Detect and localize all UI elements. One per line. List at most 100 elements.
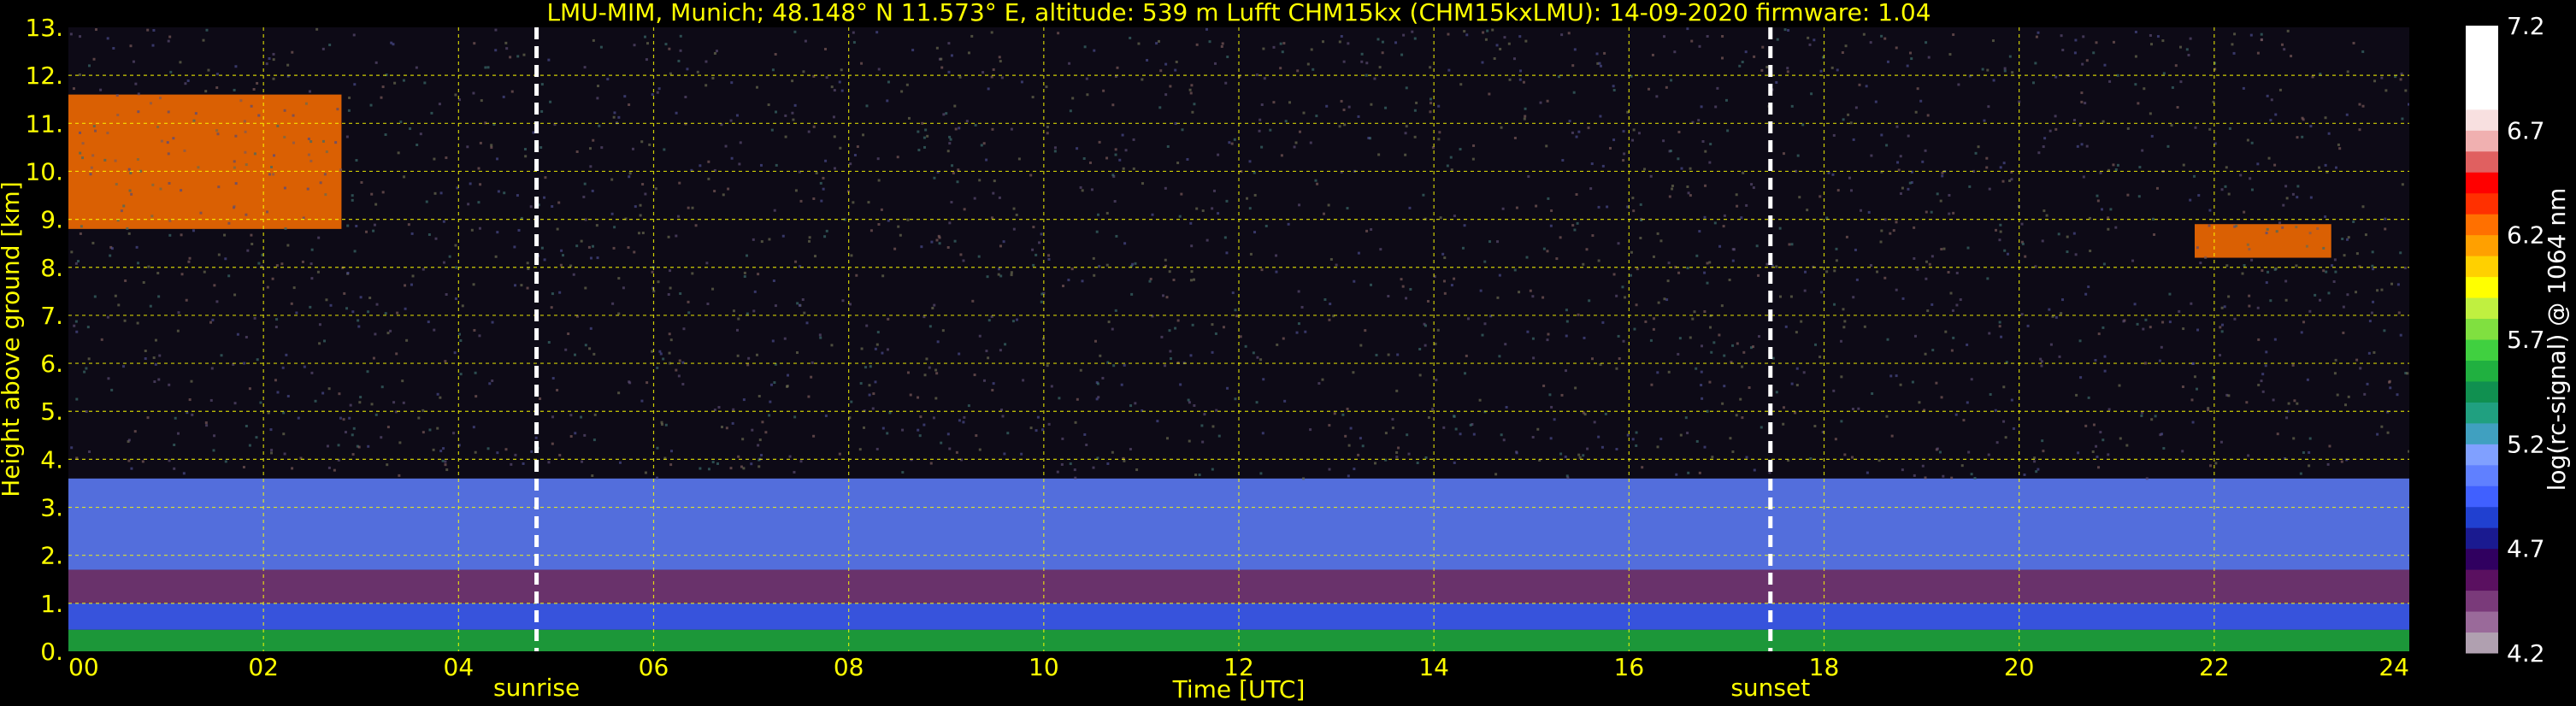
noise-pixel <box>2376 289 2379 292</box>
noise-pixel <box>2248 304 2251 308</box>
noise-pixel <box>926 134 929 138</box>
noise-pixel <box>970 34 974 38</box>
noise-pixel <box>978 179 981 182</box>
noise-pixel <box>618 461 622 464</box>
noise-pixel <box>150 215 154 218</box>
noise-pixel <box>562 254 565 257</box>
noise-pixel <box>1901 297 1905 300</box>
noise-pixel <box>2308 309 2312 313</box>
noise-pixel <box>1999 223 2002 227</box>
noise-pixel <box>2257 338 2261 341</box>
noise-pixel <box>403 175 406 179</box>
noise-pixel <box>355 159 358 162</box>
noise-pixel <box>2011 71 2014 74</box>
noise-pixel <box>1970 473 1973 476</box>
noise-pixel <box>823 235 827 238</box>
noise-pixel <box>772 279 775 283</box>
noise-pixel <box>948 142 952 145</box>
noise-pixel <box>1571 64 1575 68</box>
noise-pixel <box>1095 397 1099 401</box>
noise-pixel <box>89 173 92 176</box>
noise-pixel <box>1565 334 1568 338</box>
noise-pixel <box>1401 285 1405 288</box>
noise-pixel <box>1795 331 1798 334</box>
noise-pixel <box>1926 309 1930 313</box>
noise-pixel <box>2270 98 2273 102</box>
noise-pixel <box>1228 141 1231 144</box>
noise-pixel <box>1422 193 1425 197</box>
y-tick-label: 4. <box>40 445 63 474</box>
noise-pixel <box>917 396 920 399</box>
y-tick-label: 1. <box>40 590 63 618</box>
noise-pixel <box>814 255 817 258</box>
noise-pixel <box>1486 29 1489 32</box>
noise-pixel <box>1731 450 1735 454</box>
noise-pixel <box>1312 68 1315 71</box>
noise-pixel <box>1249 252 1253 256</box>
noise-pixel <box>2276 432 2279 436</box>
noise-pixel <box>1741 416 1744 420</box>
noise-pixel <box>1665 85 1668 89</box>
noise-pixel <box>1988 187 1991 191</box>
noise-pixel <box>103 158 107 162</box>
noise-pixel <box>74 320 78 323</box>
noise-pixel <box>357 445 361 449</box>
noise-pixel <box>346 271 350 274</box>
noise-pixel <box>978 334 981 338</box>
noise-pixel <box>1338 125 1341 128</box>
noise-pixel <box>1883 218 1887 221</box>
noise-pixel <box>1586 447 1589 450</box>
noise-pixel <box>956 180 959 184</box>
noise-pixel <box>1287 222 1290 226</box>
noise-pixel <box>1845 235 1848 238</box>
noise-pixel <box>477 201 480 204</box>
noise-pixel <box>1040 232 1043 236</box>
noise-pixel <box>2043 137 2047 140</box>
noise-pixel <box>318 342 321 345</box>
x-tick-label: 18 <box>1809 653 1840 681</box>
noise-pixel <box>833 167 836 170</box>
noise-pixel <box>2134 30 2137 33</box>
noise-pixel <box>1546 99 1549 103</box>
noise-pixel <box>948 135 952 138</box>
noise-pixel <box>1093 339 1097 343</box>
noise-pixel <box>2149 326 2152 329</box>
noise-pixel <box>865 324 869 327</box>
noise-pixel <box>309 159 313 162</box>
noise-pixel <box>1365 229 1369 232</box>
noise-pixel <box>977 255 981 258</box>
noise-pixel <box>1461 246 1465 250</box>
noise-pixel <box>2257 383 2261 386</box>
noise-pixel <box>386 332 390 335</box>
noise-pixel <box>707 468 710 471</box>
noise-pixel <box>1643 168 1647 171</box>
noise-pixel <box>2383 329 2386 332</box>
noise-pixel <box>572 273 575 276</box>
noise-pixel <box>274 379 277 382</box>
noise-pixel <box>2074 253 2078 256</box>
noise-pixel <box>2049 343 2053 346</box>
noise-pixel <box>899 233 902 237</box>
noise-pixel <box>1918 401 1921 404</box>
noise-pixel <box>1391 427 1394 430</box>
noise-pixel <box>900 90 904 93</box>
noise-pixel <box>920 245 923 249</box>
noise-pixel <box>705 262 709 265</box>
noise-pixel <box>1164 62 1168 66</box>
noise-pixel <box>1955 271 1959 274</box>
noise-pixel <box>2162 447 2166 450</box>
noise-pixel <box>2143 87 2146 91</box>
noise-pixel <box>227 221 231 225</box>
noise-pixel <box>1615 294 1618 297</box>
noise-pixel <box>1970 378 1973 381</box>
noise-pixel <box>2358 128 2361 132</box>
noise-pixel <box>1118 158 1122 162</box>
noise-pixel <box>250 233 253 237</box>
noise-pixel <box>173 444 176 447</box>
noise-pixel <box>2095 444 2098 448</box>
noise-pixel <box>1404 132 1407 135</box>
noise-pixel <box>581 460 584 463</box>
noise-pixel <box>291 467 294 470</box>
noise-pixel <box>938 236 941 239</box>
noise-pixel <box>715 50 718 53</box>
